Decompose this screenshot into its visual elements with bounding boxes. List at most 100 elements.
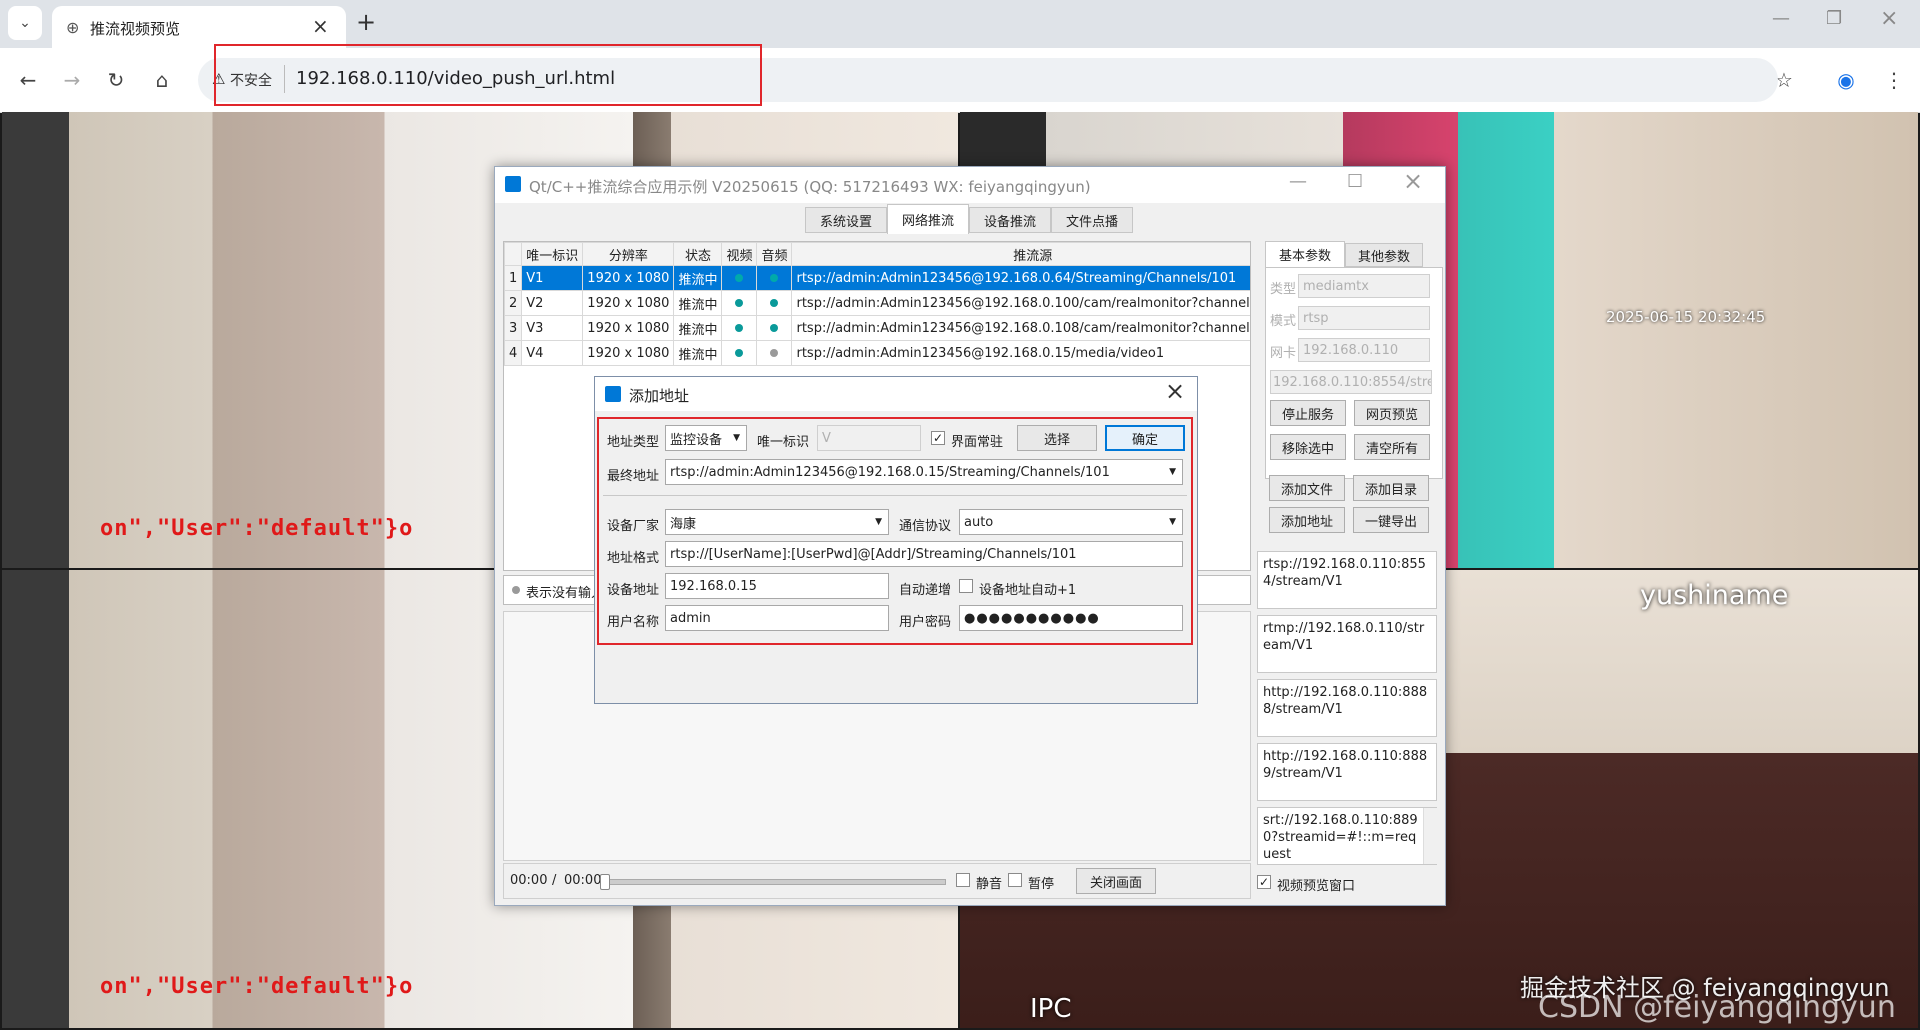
menu-kebab-icon[interactable]: ⋮ (1874, 60, 1914, 100)
forward-icon[interactable]: → (52, 60, 92, 100)
unique-id-label: 唯一标识 (757, 435, 810, 450)
tab-search-chevron-icon[interactable]: ⌄ (8, 6, 42, 40)
final-addr-label: 最终地址 (607, 469, 660, 484)
stream-table: 唯一标识 分辨率 状态 视频 音频 推流源 1 V1 1920 x 1080 推… (504, 242, 1250, 366)
time-separator: / (552, 873, 557, 888)
qt-maximize-icon[interactable]: ☐ (1347, 171, 1363, 192)
home-icon[interactable]: ⌂ (142, 60, 182, 100)
export-all-button[interactable]: 一键导出 (1353, 507, 1429, 533)
watermark-2: CSDN @feiyangqingyun (1538, 990, 1896, 1025)
tab-basic-params[interactable]: 基本参数 (1265, 241, 1345, 267)
pwd-label: 用户密码 (899, 615, 952, 630)
add-address-button[interactable]: 添加地址 (1269, 507, 1345, 533)
protocol-combobox[interactable]: auto ▼ (959, 509, 1183, 535)
browser-tab-bar: ⌄ ⊕ 推流视频预览 × + — ❐ × (0, 0, 1920, 48)
device-addr-input[interactable]: 192.168.0.15 (665, 573, 889, 599)
audio-status-dot (770, 273, 779, 282)
profile-icon[interactable]: ◉ (1826, 60, 1866, 100)
vendor-combobox[interactable]: 海康 ▼ (665, 509, 889, 535)
dialog-title: 添加地址 (629, 387, 690, 405)
pause-checkbox[interactable] (1008, 873, 1022, 887)
minimize-icon[interactable]: — (1772, 8, 1790, 29)
col-res-header: 分辨率 (582, 242, 675, 266)
name-overlay: yushiname (1640, 580, 1789, 611)
dialog-app-icon (605, 386, 621, 402)
stop-service-button[interactable]: 停止服务 (1270, 400, 1346, 426)
reload-icon[interactable]: ↻ (96, 60, 136, 100)
red-overlay-text-1: on","User":"default"}o (100, 516, 414, 541)
video-status-dot (735, 298, 744, 307)
restore-icon[interactable]: ❐ (1826, 8, 1842, 29)
legend-dot (512, 586, 520, 594)
protocol-label: 通信协议 (899, 519, 952, 534)
qt-minimize-icon[interactable]: — (1289, 171, 1307, 192)
url-srt[interactable]: srt://192.168.0.110:8890?streamid=#!::m=… (1257, 807, 1437, 865)
dialog-title-bar: 添加地址 × (595, 377, 1197, 411)
new-tab-icon[interactable]: + (356, 8, 376, 36)
url-rtsp[interactable]: rtsp://192.168.0.110:8554/stream/V1 (1257, 551, 1437, 609)
keep-checkbox[interactable]: ✓ (931, 431, 945, 445)
audio-status-dot (770, 298, 779, 307)
window-close-icon[interactable]: × (1880, 6, 1898, 31)
unique-id-input[interactable]: V (817, 425, 921, 451)
red-overlay-text-2: on","User":"default"}o (100, 974, 414, 999)
tab-close-icon[interactable]: × (312, 14, 329, 38)
tab-network-push[interactable]: 网络推流 (887, 204, 969, 234)
addr-type-label: 地址类型 (607, 435, 660, 450)
final-addr-combobox[interactable]: rtsp://admin:Admin123456@192.168.0.15/St… (665, 459, 1183, 485)
select-button[interactable]: 选择 (1017, 425, 1097, 451)
url-webrtc[interactable]: http://192.168.0.110:8889/stream/V1 (1257, 743, 1437, 801)
password-input[interactable]: ●●●●●●●●●●● (959, 605, 1183, 631)
url-rtmp[interactable]: rtmp://192.168.0.110/stream/V1 (1257, 615, 1437, 673)
col-src-header: 推流源 (791, 242, 1250, 266)
type-combobox[interactable]: mediamtx (1298, 274, 1430, 298)
preview-window-checkbox[interactable]: ✓ (1257, 875, 1271, 889)
tab-device-push[interactable]: 设备推流 (969, 207, 1051, 233)
progress-handle[interactable] (600, 874, 610, 890)
addr-type-combobox[interactable]: 监控设备 ▼ (665, 425, 747, 451)
globe-icon: ⊕ (66, 18, 80, 37)
server-addr-field[interactable]: 192.168.0.110:8554/stream (1270, 370, 1432, 394)
close-video-button[interactable]: 关闭画面 (1076, 868, 1156, 894)
url-srt-scrollbar[interactable] (1423, 808, 1437, 864)
add-dir-button[interactable]: 添加目录 (1353, 475, 1429, 501)
auto-inc-checkbox[interactable] (959, 579, 973, 593)
mute-checkbox[interactable] (956, 873, 970, 887)
video-status-dot (735, 348, 744, 357)
ok-button[interactable]: 确定 (1105, 425, 1185, 451)
mode-combobox[interactable]: rtsp (1298, 306, 1430, 330)
chevron-down-icon: ▼ (1169, 467, 1176, 477)
table-row[interactable]: 1 V1 1920 x 1080 推流中 rtsp://admin:Admin1… (504, 265, 1250, 291)
username-input[interactable]: admin (665, 605, 889, 631)
web-preview-button[interactable]: 网页预览 (1354, 400, 1430, 426)
dialog-close-icon[interactable]: × (1165, 377, 1185, 405)
qt-close-icon[interactable]: × (1403, 167, 1423, 195)
timestamp-overlay: 2025-06-15 20:32:45 (1606, 308, 1766, 326)
nic-combobox[interactable]: 192.168.0.110 (1298, 338, 1430, 362)
user-label: 用户名称 (607, 615, 660, 630)
remove-selected-button[interactable]: 移除选中 (1270, 434, 1346, 460)
progress-slider[interactable] (604, 879, 946, 885)
table-row[interactable]: 3 V3 1920 x 1080 推流中 rtsp://admin:Admin1… (504, 315, 1250, 341)
browser-tab-active[interactable]: ⊕ 推流视频预览 × (52, 6, 346, 48)
video-status-dot (735, 323, 744, 332)
time-current: 00:00 (510, 873, 548, 888)
audio-status-dot (770, 323, 779, 332)
add-file-button[interactable]: 添加文件 (1269, 475, 1345, 501)
vendor-label: 设备厂家 (607, 519, 660, 534)
back-icon[interactable]: ← (8, 60, 48, 100)
tab-other-params[interactable]: 其他参数 (1345, 243, 1423, 267)
table-row[interactable]: 2 V2 1920 x 1080 推流中 rtsp://admin:Admin1… (504, 290, 1250, 316)
col-id-header: 唯一标识 (521, 242, 584, 266)
keep-label: 界面常驻 (951, 435, 1004, 450)
tab-file-vod[interactable]: 文件点播 (1051, 207, 1133, 233)
clear-all-button[interactable]: 清空所有 (1354, 434, 1430, 460)
table-row[interactable]: 4 V4 1920 x 1080 推流中 rtsp://admin:Admin1… (504, 340, 1250, 366)
url-hls[interactable]: http://192.168.0.110:8888/stream/V1 (1257, 679, 1437, 737)
col-audio-header: 音频 (756, 242, 793, 266)
tab-system-settings[interactable]: 系统设置 (805, 207, 887, 233)
type-label: 类型 (1270, 282, 1297, 297)
format-input[interactable]: rtsp://[UserName]:[UserPwd]@[Addr]/Strea… (665, 541, 1183, 567)
audio-status-dot (770, 348, 779, 357)
app-icon (505, 176, 521, 192)
